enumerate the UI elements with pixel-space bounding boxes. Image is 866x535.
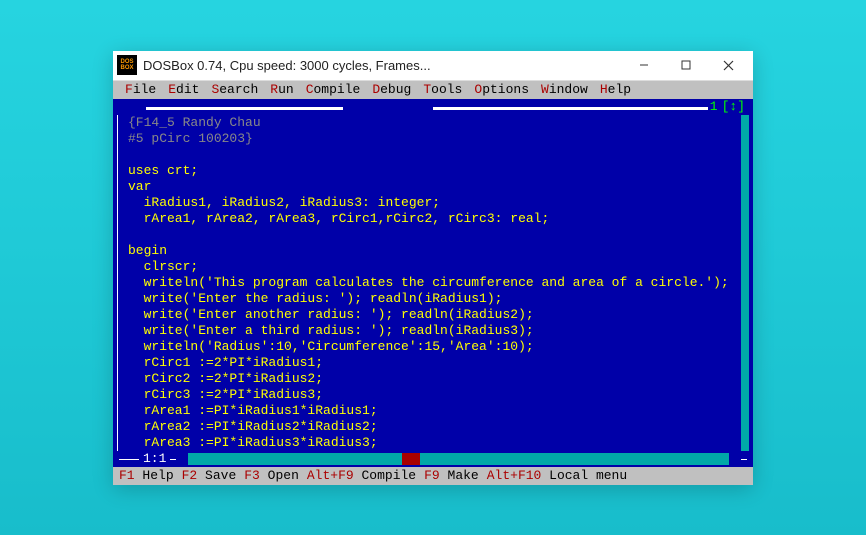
menu-run[interactable]: Run xyxy=(264,82,299,97)
status-altf9[interactable]: Alt+F9 Compile xyxy=(307,468,416,483)
cursor-position: 1:1 xyxy=(139,451,170,467)
dosbox-window: DOSBOX DOSBox 0.74, Cpu speed: 3000 cycl… xyxy=(113,51,753,485)
frame-top: [■] F14_5.PAS 1[↕] xyxy=(113,99,753,115)
scrollbar-vertical[interactable] xyxy=(741,115,749,451)
scrollbar-horizontal[interactable] xyxy=(176,453,741,465)
code-line: rArea2 :=PI*iRadius2*iRadius2; xyxy=(128,419,738,435)
code-line: write('Enter a third radius: '); readln(… xyxy=(128,323,738,339)
menu-edit[interactable]: Edit xyxy=(162,82,205,97)
dosbox-icon: DOSBOX xyxy=(117,55,137,75)
menu-options[interactable]: Options xyxy=(468,82,535,97)
status-f3[interactable]: F3 Open xyxy=(244,468,299,483)
code-line: rArea1 :=PI*iRadius1*iRadius1; xyxy=(128,403,738,419)
code-line: #5 pCirc 100203} xyxy=(128,131,738,147)
code-line: clrscr; xyxy=(128,259,738,275)
status-f9[interactable]: F9 Make xyxy=(424,468,479,483)
code-line: begin xyxy=(128,243,738,259)
statusbar: F1 Help F2 Save F3 Open Alt+F9 Compile F9 Ma… xyxy=(113,467,753,485)
code-line: uses crt; xyxy=(128,163,738,179)
menu-window[interactable]: Window xyxy=(535,82,594,97)
code-line: iRadius1, iRadius2, iRadius3: integer; xyxy=(128,195,738,211)
menu-search[interactable]: Search xyxy=(205,82,264,97)
code-line: rCirc1 :=2*PI*iRadius1; xyxy=(128,355,738,371)
status-f2[interactable]: F2 Save xyxy=(182,468,237,483)
code-line: rCirc3 :=2*PI*iRadius3; xyxy=(128,387,738,403)
menu-help[interactable]: Help xyxy=(594,82,637,97)
code-line: rCirc2 :=2*PI*iRadius2; xyxy=(128,371,738,387)
scroll-thumb[interactable] xyxy=(402,453,420,465)
menu-debug[interactable]: Debug xyxy=(366,82,417,97)
menu-file[interactable]: File xyxy=(119,82,162,97)
editor-frame: [■] F14_5.PAS 1[↕] {F14_5 Randy Chau#5 p… xyxy=(113,99,753,467)
code-line: {F14_5 Randy Chau xyxy=(128,115,738,131)
editor-body[interactable]: {F14_5 Randy Chau#5 pCirc 100203} uses cr… xyxy=(117,115,749,451)
close-button[interactable] xyxy=(707,51,749,79)
minimize-button[interactable] xyxy=(623,51,665,79)
frame-bottom: 1:1 xyxy=(113,451,753,467)
code-line xyxy=(128,227,738,243)
menu-tools[interactable]: Tools xyxy=(417,82,468,97)
code-line: writeln('Radius':10,'Circumference':15,'… xyxy=(128,339,738,355)
code-line: writeln('This program calculates the cir… xyxy=(128,275,738,291)
code-line: write('Enter the radius: '); readln(iRad… xyxy=(128,291,738,307)
status-f1[interactable]: F1 Help xyxy=(119,468,174,483)
code-line: var xyxy=(128,179,738,195)
zoom-box[interactable]: [↕] xyxy=(720,99,747,114)
close-box[interactable]: [■] xyxy=(119,99,146,115)
code-line: rArea1, rArea2, rArea3, rCirc1,rCirc2, r… xyxy=(128,211,738,227)
window-title: DOSBox 0.74, Cpu speed: 3000 cycles, Fra… xyxy=(143,58,623,73)
status-altf10[interactable]: Alt+F10 Local menu xyxy=(487,468,627,483)
code-line xyxy=(128,147,738,163)
code-line: rArea3 :=PI*iRadius3*iRadius3; xyxy=(128,435,738,451)
window-controls xyxy=(623,51,749,79)
menu-compile[interactable]: Compile xyxy=(300,82,367,97)
window-number: 1 xyxy=(708,99,720,114)
maximize-button[interactable] xyxy=(665,51,707,79)
code-line: write('Enter another radius: '); readln(… xyxy=(128,307,738,323)
titlebar[interactable]: DOSBOX DOSBox 0.74, Cpu speed: 3000 cycl… xyxy=(113,51,753,81)
menubar: FileEditSearchRunCompileDebugToolsOption… xyxy=(113,81,753,99)
filename: F14_5.PAS xyxy=(343,99,433,115)
